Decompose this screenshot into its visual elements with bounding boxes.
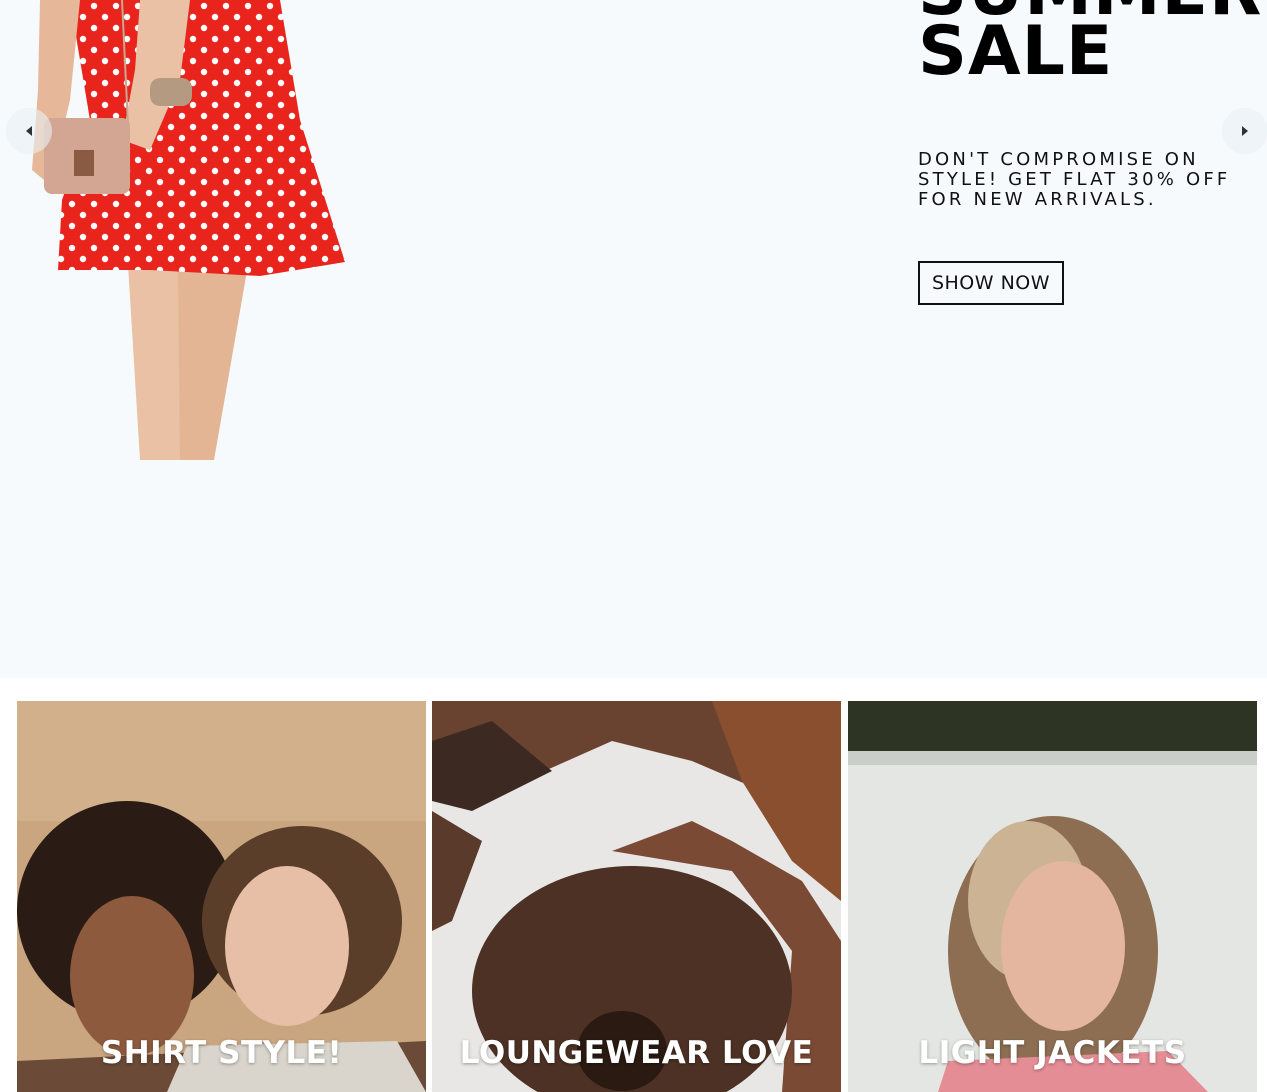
- hero-slider: SUMMER SALE DON'T COMPROMISE ON STYLE! G…: [0, 0, 1267, 678]
- category-tile-shirt-style[interactable]: SHIRT STYLE!: [17, 701, 426, 1092]
- show-now-button[interactable]: SHOW NOW: [918, 261, 1064, 305]
- two-women-portrait-image: [17, 701, 426, 1092]
- category-tile-light-jackets[interactable]: LIGHT JACKETS: [848, 701, 1257, 1092]
- hero-title: SUMMER SALE: [918, 0, 1267, 91]
- category-label: SHIRT STYLE!: [100, 1035, 343, 1071]
- category-label: LIGHT JACKETS: [918, 1035, 1187, 1071]
- hero-title-line2: SALE: [918, 12, 1114, 91]
- category-label: LOUNGEWEAR LOVE: [459, 1035, 814, 1071]
- category-tiles: SHIRT STYLE! LOUNGEWEAR LOVE LIGHT JACKE…: [17, 701, 1257, 1092]
- slider-prev-button[interactable]: [6, 108, 52, 154]
- slider-next-button[interactable]: [1222, 108, 1267, 154]
- category-tile-loungewear-love[interactable]: LOUNGEWEAR LOVE: [432, 701, 841, 1092]
- woman-blonde-bob-portrait-image: [848, 701, 1257, 1092]
- hero-subtitle: DON'T COMPROMISE ON STYLE! GET FLAT 30% …: [918, 149, 1231, 210]
- caret-left-icon: [26, 126, 32, 136]
- woman-curly-hair-under-tree-image: [432, 701, 841, 1092]
- hero-model-image: [0, 0, 360, 460]
- caret-right-icon: [1242, 126, 1248, 136]
